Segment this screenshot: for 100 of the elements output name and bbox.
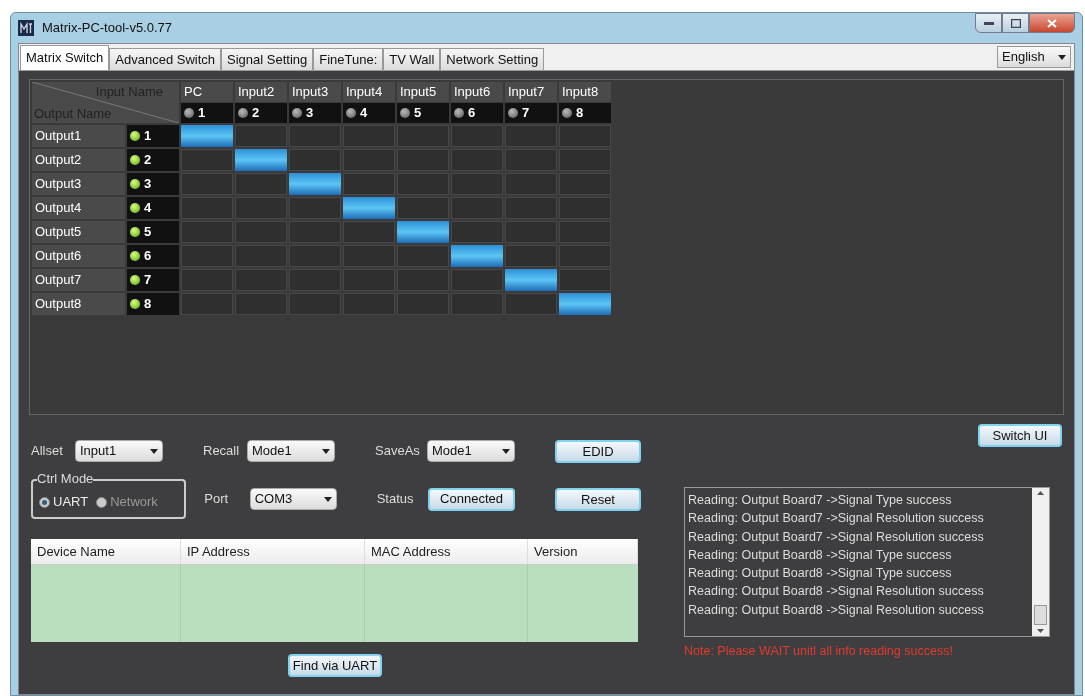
route-button[interactable] bbox=[559, 173, 611, 195]
route-button[interactable] bbox=[181, 221, 233, 243]
route-button[interactable] bbox=[235, 269, 287, 291]
route-button[interactable] bbox=[289, 125, 341, 147]
route-button[interactable] bbox=[397, 197, 449, 219]
route-button[interactable] bbox=[451, 173, 503, 195]
route-button[interactable] bbox=[505, 293, 557, 315]
led-icon bbox=[562, 108, 572, 118]
tab[interactable]: Advanced Switch bbox=[109, 48, 222, 70]
route-button[interactable] bbox=[289, 221, 341, 243]
route-button[interactable] bbox=[559, 125, 611, 147]
route-button[interactable] bbox=[235, 245, 287, 267]
switch-ui-button[interactable]: Switch UI bbox=[978, 424, 1062, 447]
route-button[interactable] bbox=[181, 245, 233, 267]
route-button[interactable] bbox=[235, 293, 287, 315]
tab[interactable]: FineTune: bbox=[313, 48, 384, 70]
output-number: 2 bbox=[144, 151, 152, 170]
route-button[interactable] bbox=[505, 245, 557, 267]
route-button[interactable] bbox=[559, 221, 611, 243]
column-header[interactable]: IP Address bbox=[181, 539, 365, 564]
language-dropdown[interactable]: English bbox=[997, 46, 1071, 68]
route-button-active[interactable] bbox=[181, 125, 233, 147]
route-button[interactable] bbox=[235, 125, 287, 147]
route-button-active[interactable] bbox=[559, 293, 611, 315]
column-header[interactable]: Device Name bbox=[31, 539, 181, 564]
route-button-active[interactable] bbox=[343, 197, 395, 219]
route-button[interactable] bbox=[289, 149, 341, 171]
route-button[interactable] bbox=[397, 293, 449, 315]
route-button[interactable] bbox=[181, 197, 233, 219]
route-button[interactable] bbox=[397, 173, 449, 195]
route-button[interactable] bbox=[343, 221, 395, 243]
tab[interactable]: Network Setting bbox=[440, 48, 545, 70]
route-button[interactable] bbox=[451, 125, 503, 147]
route-button[interactable] bbox=[505, 149, 557, 171]
route-button[interactable] bbox=[343, 125, 395, 147]
find-button[interactable]: Find via UART bbox=[288, 654, 382, 677]
route-button[interactable] bbox=[343, 149, 395, 171]
edid-button[interactable]: EDID bbox=[555, 439, 641, 463]
route-button[interactable] bbox=[451, 197, 503, 219]
route-button[interactable] bbox=[181, 293, 233, 315]
route-button-active[interactable] bbox=[289, 173, 341, 195]
route-button[interactable] bbox=[235, 221, 287, 243]
route-button[interactable] bbox=[289, 269, 341, 291]
route-button[interactable] bbox=[397, 269, 449, 291]
route-button[interactable] bbox=[181, 149, 233, 171]
led-icon bbox=[130, 251, 140, 261]
route-button[interactable] bbox=[559, 269, 611, 291]
dropdown[interactable]: COM3 bbox=[249, 488, 337, 510]
radio-option[interactable]: Network bbox=[96, 492, 158, 512]
route-button[interactable] bbox=[289, 293, 341, 315]
route-button[interactable] bbox=[235, 197, 287, 219]
route-button[interactable] bbox=[343, 293, 395, 315]
radio-option[interactable]: UART bbox=[39, 492, 89, 512]
route-button[interactable] bbox=[397, 125, 449, 147]
column-header[interactable]: MAC Address bbox=[365, 539, 528, 564]
route-button[interactable] bbox=[505, 173, 557, 195]
column-header[interactable]: Version bbox=[528, 539, 638, 564]
route-button[interactable] bbox=[451, 221, 503, 243]
input-name: Input5 bbox=[397, 82, 449, 102]
route-button[interactable] bbox=[343, 173, 395, 195]
route-button[interactable] bbox=[451, 269, 503, 291]
tab[interactable]: TV Wall bbox=[383, 48, 441, 70]
route-button-active[interactable] bbox=[451, 245, 503, 267]
reset-button[interactable]: Reset bbox=[555, 487, 641, 511]
route-button[interactable] bbox=[559, 149, 611, 171]
route-button[interactable] bbox=[397, 149, 449, 171]
route-button-active[interactable] bbox=[235, 149, 287, 171]
route-button[interactable] bbox=[235, 173, 287, 195]
route-button[interactable] bbox=[559, 245, 611, 267]
scroll-thumb[interactable] bbox=[1034, 605, 1047, 625]
route-button[interactable] bbox=[505, 221, 557, 243]
route-button[interactable] bbox=[289, 245, 341, 267]
route-button[interactable] bbox=[451, 149, 503, 171]
route-button[interactable] bbox=[397, 245, 449, 267]
log-line: Reading: Output Board8 ->Signal Resolution success bbox=[688, 601, 985, 619]
route-button[interactable] bbox=[181, 173, 233, 195]
dropdown[interactable]: Mode1 bbox=[247, 440, 335, 462]
route-button[interactable] bbox=[289, 197, 341, 219]
route-button[interactable] bbox=[505, 125, 557, 147]
scrollbar[interactable] bbox=[1032, 488, 1049, 636]
led-icon bbox=[130, 155, 140, 165]
dropdown[interactable]: Mode1 bbox=[427, 440, 515, 462]
output-name: Output6 bbox=[32, 245, 125, 267]
route-button-active[interactable] bbox=[505, 269, 557, 291]
input-number: 2 bbox=[252, 104, 260, 123]
input-name: PC bbox=[181, 82, 233, 102]
close-button[interactable] bbox=[1029, 13, 1075, 33]
route-button[interactable] bbox=[343, 245, 395, 267]
maximize-button[interactable] bbox=[1002, 13, 1029, 33]
minimize-button[interactable] bbox=[975, 13, 1002, 33]
route-button[interactable] bbox=[451, 293, 503, 315]
route-button[interactable] bbox=[181, 269, 233, 291]
route-button-active[interactable] bbox=[397, 221, 449, 243]
route-button[interactable] bbox=[559, 197, 611, 219]
tab[interactable]: Signal Setting bbox=[221, 48, 314, 70]
route-button[interactable] bbox=[505, 197, 557, 219]
route-button[interactable] bbox=[343, 269, 395, 291]
dropdown[interactable]: Input1 bbox=[75, 440, 163, 462]
output-number: 7 bbox=[144, 271, 152, 290]
tab[interactable]: Matrix Switch bbox=[20, 45, 110, 70]
